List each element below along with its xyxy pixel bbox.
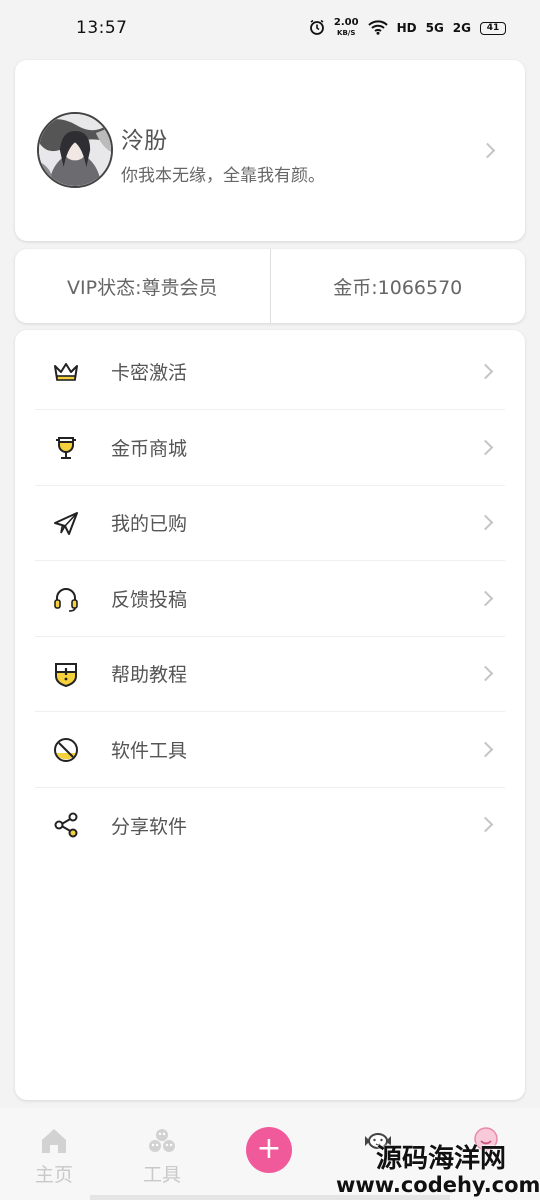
coin-balance[interactable]: 金币:1066570 [271,249,526,323]
prohibited-circle-icon [51,735,81,765]
speed-unit: KB/S [337,29,356,37]
menu-label: 卡密激活 [111,362,188,384]
profile-signature: 你我本无缘，全靠我有颜。 [121,166,325,186]
menu-label: 软件工具 [111,740,188,762]
watermark-url: www.codehy.com [336,1173,540,1197]
menu-item-share[interactable]: 分享软件 [35,787,505,863]
status-time: 13:57 [76,18,128,38]
add-button[interactable]: + [246,1127,292,1173]
chevron-right-icon [477,514,494,531]
nav-home-label: 主页 [34,1164,73,1186]
stats-card: VIP状态:尊贵会员 金币:1066570 [15,249,525,323]
menu-label: 帮助教程 [111,664,188,686]
menu-item-my-purchases[interactable]: 我的已购 [35,485,505,561]
wifi-icon [367,19,388,38]
trophy-cup-icon [51,433,81,463]
chevron-right-icon [477,665,494,682]
nav-tools-label: 工具 [142,1164,181,1186]
battery-level: 41 [486,23,500,33]
signal-5g: 5G [425,21,444,35]
menu-item-card-activation[interactable]: 卡密激活 [35,334,505,410]
share-icon [51,810,81,840]
signal-2g: 2G [452,21,471,35]
menu-item-software-tools[interactable]: 软件工具 [35,712,505,788]
menu-label: 反馈投稿 [111,589,188,611]
alarm-icon [309,19,325,38]
menu-item-help[interactable]: 帮助教程 [35,636,505,712]
chevron-right-icon [477,363,494,380]
chevron-right-icon [477,590,494,607]
chevron-right-icon [477,816,494,833]
paper-plane-icon [51,508,81,538]
network-speed: 2.00 KB/S [334,18,359,38]
chevron-right-icon [477,741,494,758]
chevron-right-icon [477,439,494,456]
menu-item-coin-store[interactable]: 金币商城 [35,410,505,486]
menu-label: 分享软件 [111,815,188,838]
tools-icon [149,1129,175,1152]
watermark-title: 源码海洋网 [376,1144,507,1174]
status-icons: 2.00 KB/S HD 5G 2G 41 [309,18,506,38]
profile-name: 泠朌 [121,128,167,154]
menu-label: 我的已购 [111,513,188,535]
home-icon [42,1129,66,1153]
watermark: 源码海洋网 www.codehy.com [336,1138,540,1197]
nav-home[interactable]: 主页 [0,1108,108,1200]
profile-card[interactable]: 泠朌 你我本无缘，全靠我有颜。 [15,60,525,241]
shield-alert-icon [51,659,81,689]
nav-tools[interactable]: 工具 [108,1108,216,1200]
battery-icon: 41 [480,21,506,35]
hd-label: HD [396,21,417,35]
vip-status[interactable]: VIP状态:尊贵会员 [15,249,270,323]
headset-icon [51,584,81,614]
crown-icon [51,357,81,387]
menu-item-feedback[interactable]: 反馈投稿 [35,561,505,637]
status-bar: 13:57 2.00 KB/S HD 5G 2G 41 [0,0,540,56]
menu-card: 卡密激活 金币商城 我的已购 反馈投稿 帮助教程 软件工具 分享软件 [15,330,525,1100]
menu-label: 金币商城 [111,438,188,460]
chevron-right-icon [479,142,496,159]
speed-value: 2.00 [333,17,359,28]
avatar[interactable] [37,112,113,188]
